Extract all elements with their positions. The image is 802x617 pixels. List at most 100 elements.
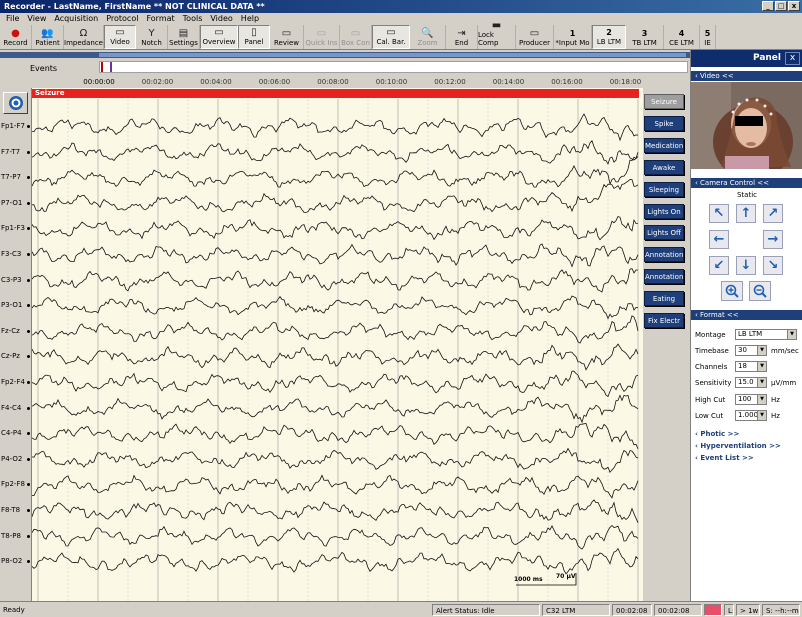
toolbar-producer-button[interactable]: ▭ Producer xyxy=(516,25,554,49)
timebase-select[interactable]: 30 ▼ xyxy=(735,345,767,356)
channel-label[interactable]: P3-O1 xyxy=(1,301,22,309)
lowcut-select[interactable]: 1.000 ▼ xyxy=(735,410,767,421)
camera-up-button[interactable]: ↑ xyxy=(736,204,756,223)
montage-select[interactable]: LB LTM ▼ xyxy=(735,329,797,340)
arrow-down-icon: ↓ xyxy=(740,258,752,273)
toolbar-end-button[interactable]: ⇥ End xyxy=(446,25,478,49)
event-spike-button[interactable]: Spike xyxy=(644,115,684,131)
channel-label[interactable]: F8-T8 xyxy=(1,506,20,514)
event-list-link[interactable]: ‹ Event List >> xyxy=(695,454,754,462)
camera-down-button[interactable]: ↓ xyxy=(736,256,756,275)
toolbar-lb-ltm-button[interactable]: 2 LB LTM xyxy=(592,25,626,49)
video-section-header[interactable]: ‹ Video << xyxy=(691,71,802,81)
channel-label[interactable]: Fp1-F3 xyxy=(1,224,25,232)
event-awake-button[interactable]: Awake xyxy=(644,159,684,175)
toolbar-notch-button[interactable]: Y Notch xyxy=(136,25,168,49)
camera-up-left-button[interactable]: ↖ xyxy=(709,204,729,223)
channel-label[interactable]: Cz-Pz xyxy=(1,352,20,360)
toolbar-review-button[interactable]: ▭ Review xyxy=(270,25,304,49)
menu-view[interactable]: View xyxy=(23,13,50,25)
format-section-label: Format << xyxy=(700,311,739,319)
event-eating-button[interactable]: Eating xyxy=(644,291,684,307)
menu-acquisition[interactable]: Acquisition xyxy=(50,13,102,25)
toolbar-cal-bar-button[interactable]: ▭ Cal. Bar. xyxy=(372,25,410,49)
event-seizure-button[interactable]: Seizure xyxy=(644,94,684,109)
camera-right-button[interactable]: → xyxy=(763,230,783,249)
channel-label[interactable]: F4-C4 xyxy=(1,404,21,412)
dropdown-arrow-icon: ▼ xyxy=(787,330,796,339)
event-fix-electr-button[interactable]: Fix Electr xyxy=(644,313,684,328)
menu-video[interactable]: Video xyxy=(206,13,236,25)
menu-format[interactable]: Format xyxy=(142,13,178,25)
channel-label[interactable]: P4-O2 xyxy=(1,455,22,463)
channel-dot-icon xyxy=(27,227,30,231)
toolbar-record-button[interactable]: ● Record xyxy=(0,25,32,49)
camera-zoom-in-button[interactable] xyxy=(721,281,743,301)
toolbar-video-button[interactable]: ▭ Video xyxy=(104,25,136,49)
toolbar-box-con-button[interactable]: ▭ Box Con xyxy=(340,25,372,49)
channel-label[interactable]: P7-O1 xyxy=(1,199,22,207)
sensitivity-select[interactable]: 15.0 ▼ xyxy=(735,377,767,388)
toolbar-quick-ins-button[interactable]: ▭ Quick Ins xyxy=(304,25,340,49)
toolbar-overview-button[interactable]: ▭ Overview xyxy=(200,25,238,49)
camera-up-right-button[interactable]: ↗ xyxy=(763,204,783,223)
event-lights-off-button[interactable]: Lights Off xyxy=(644,225,684,241)
menu-file[interactable]: File xyxy=(2,13,23,25)
toolbar-ce-ltm-button[interactable]: 4 CE LTM xyxy=(664,25,700,49)
camera-down-left-button[interactable]: ↙ xyxy=(709,256,729,275)
video-feed[interactable] xyxy=(691,82,802,169)
toolbar-button-label: Review xyxy=(274,39,299,47)
event-medication-button[interactable]: Medication xyxy=(644,137,684,153)
maximize-button[interactable]: □ xyxy=(775,1,787,11)
channel-label[interactable]: F3-C3 xyxy=(1,250,21,258)
channel-label[interactable]: Fp1-F7 xyxy=(1,122,25,130)
toolbar-ie-button[interactable]: 5 IE xyxy=(700,25,716,49)
format-section-header[interactable]: ‹ Format << xyxy=(691,310,802,320)
toolbar-input-mo-button[interactable]: 1 *Input Mo xyxy=(554,25,592,49)
eeg-trace-view[interactable]: 1000 ms 70 µV Seizure xyxy=(31,88,643,601)
channel-labels: Fp1-F7 F7-T7 T7-P7 P7-O1 Fp1-F3 F3-C3 C3-P3 P3-… xyxy=(0,88,31,601)
close-window-button[interactable]: x xyxy=(788,1,800,11)
menu-tools[interactable]: Tools xyxy=(179,13,207,25)
menu-help[interactable]: Help xyxy=(237,13,263,25)
toolbar-zoom-button[interactable]: 🔍 Zoom xyxy=(410,25,446,49)
event-annotation-button[interactable]: Annotation xyxy=(644,269,684,285)
channels-select[interactable]: 18 ▼ xyxy=(735,361,767,372)
toolbar-lock-comp-button[interactable]: ▬ Lock Comp xyxy=(478,20,516,49)
record-icon: ● xyxy=(11,28,20,39)
toolbar-settings-button[interactable]: ▤ Settings xyxy=(168,25,200,49)
toolbar-patient-button[interactable]: 👥 Patient xyxy=(32,25,64,49)
channel-label[interactable]: T7-P7 xyxy=(1,173,21,181)
event-mark[interactable] xyxy=(110,62,112,72)
eeg-trace xyxy=(32,343,639,371)
target-button[interactable] xyxy=(3,92,28,114)
overview-band[interactable] xyxy=(0,52,690,58)
toolbar-tb-ltm-button[interactable]: 3 TB LTM xyxy=(626,25,664,49)
highcut-select[interactable]: 100 ▼ xyxy=(735,394,767,405)
channel-label[interactable]: F7-T7 xyxy=(1,148,20,156)
menu-protocol[interactable]: Protocol xyxy=(102,13,142,25)
camera-down-right-button[interactable]: ↘ xyxy=(763,256,783,275)
event-lights-on-button[interactable]: Lights On xyxy=(644,203,684,219)
toolbar-panel-button[interactable]: ▯ Panel xyxy=(238,25,270,49)
channel-label[interactable]: C3-P3 xyxy=(1,276,22,284)
minimize-button[interactable]: _ xyxy=(762,1,774,11)
channel-label[interactable]: Fp2-F8 xyxy=(1,480,25,488)
camera-zoom-out-button[interactable] xyxy=(749,281,771,301)
channel-label[interactable]: Fp2-F4 xyxy=(1,378,25,386)
channel-label[interactable]: P8-O2 xyxy=(1,557,22,565)
hyperventilation-link[interactable]: ‹ Hyperventilation >> xyxy=(695,442,781,450)
camera-left-button[interactable]: ← xyxy=(709,230,729,249)
events-lane[interactable] xyxy=(99,61,688,73)
event-sleeping-button[interactable]: Sleeping xyxy=(644,181,684,197)
photic-link[interactable]: ‹ Photic >> xyxy=(695,430,739,438)
event-annotation-button[interactable]: Annotation xyxy=(644,247,684,263)
channel-label[interactable]: C4-P4 xyxy=(1,429,22,437)
event-mark[interactable] xyxy=(101,62,103,72)
channel-label[interactable]: Fz-Cz xyxy=(1,327,20,335)
toolbar-impedance-button[interactable]: Ω Impedance xyxy=(64,25,104,49)
sensitivity-value: 15.0 xyxy=(738,378,754,386)
panel-close-button[interactable]: x xyxy=(785,52,800,65)
channel-label[interactable]: T8-P8 xyxy=(1,532,21,540)
camera-section-header[interactable]: ‹ Camera Control << xyxy=(691,178,802,188)
